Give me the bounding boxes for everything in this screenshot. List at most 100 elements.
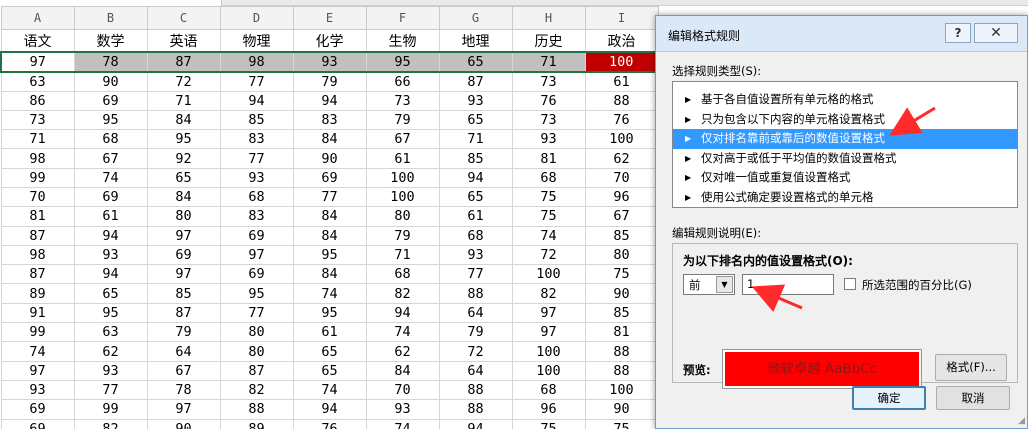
- cell[interactable]: 71: [0, 129, 75, 150]
- cell[interactable]: 68: [219, 186, 294, 208]
- format-button[interactable]: 格式(F)...: [935, 354, 1007, 381]
- cell[interactable]: 97: [219, 244, 294, 266]
- cell[interactable]: 65: [292, 360, 367, 381]
- help-button[interactable]: ?: [945, 23, 971, 43]
- cell[interactable]: 83: [292, 109, 367, 131]
- cell[interactable]: 93: [292, 50, 367, 73]
- cell[interactable]: 74: [73, 167, 148, 188]
- cell[interactable]: 62: [365, 341, 440, 362]
- cell[interactable]: 74: [292, 379, 367, 401]
- cell[interactable]: 94: [292, 399, 367, 420]
- cell[interactable]: 93: [0, 379, 75, 401]
- cell[interactable]: 73: [511, 109, 586, 131]
- cell[interactable]: 94: [365, 302, 440, 324]
- cell[interactable]: 88: [438, 283, 513, 304]
- cell[interactable]: 97: [511, 302, 586, 324]
- cell[interactable]: 81: [584, 322, 659, 343]
- cell[interactable]: 82: [73, 418, 148, 429]
- cell[interactable]: 87: [0, 264, 75, 285]
- cell[interactable]: 93: [73, 244, 148, 266]
- cell[interactable]: 87: [146, 302, 221, 324]
- cancel-button[interactable]: 取消: [936, 386, 1010, 410]
- cell[interactable]: 71: [438, 129, 513, 150]
- ok-button[interactable]: 确定: [852, 386, 926, 410]
- cell[interactable]: 69: [219, 225, 294, 246]
- cell[interactable]: 64: [146, 341, 221, 362]
- cell[interactable]: 85: [584, 302, 659, 324]
- cell[interactable]: 71: [511, 50, 586, 73]
- cell[interactable]: 65: [438, 109, 513, 131]
- cell[interactable]: I: [584, 6, 659, 30]
- cell[interactable]: 82: [511, 283, 586, 304]
- cell[interactable]: 74: [365, 418, 440, 429]
- cell[interactable]: 72: [511, 244, 586, 266]
- cell[interactable]: 75: [511, 418, 586, 429]
- cell[interactable]: 81: [511, 148, 586, 169]
- cell[interactable]: 82: [365, 283, 440, 304]
- cell[interactable]: 90: [584, 283, 659, 304]
- cell[interactable]: 61: [584, 71, 659, 92]
- rule-type-item[interactable]: ▶ 仅对排名靠前或靠后的数值设置格式: [673, 129, 1017, 149]
- cell[interactable]: 75: [511, 206, 586, 227]
- cell[interactable]: 99: [73, 399, 148, 420]
- cell[interactable]: 75: [511, 186, 586, 208]
- cell[interactable]: 93: [365, 399, 440, 420]
- cell[interactable]: 65: [438, 50, 513, 73]
- cell[interactable]: 地理: [438, 29, 513, 52]
- cell[interactable]: 83: [219, 129, 294, 150]
- cell[interactable]: 80: [365, 206, 440, 227]
- cell[interactable]: 71: [365, 244, 440, 266]
- cell[interactable]: 63: [0, 71, 75, 92]
- cell[interactable]: 数学: [73, 29, 148, 52]
- cell[interactable]: 69: [73, 90, 148, 111]
- rank-count-input[interactable]: 1: [742, 274, 834, 295]
- cell[interactable]: 77: [438, 264, 513, 285]
- cell[interactable]: 64: [438, 302, 513, 324]
- cell[interactable]: 69: [219, 264, 294, 285]
- cell[interactable]: 68: [438, 225, 513, 246]
- chevron-down-icon[interactable]: ▼: [716, 276, 733, 293]
- cell[interactable]: 物理: [219, 29, 294, 52]
- cell[interactable]: 语文: [0, 29, 75, 52]
- cell[interactable]: 79: [438, 322, 513, 343]
- cell[interactable]: 95: [146, 129, 221, 150]
- cell[interactable]: 95: [292, 244, 367, 266]
- cell[interactable]: 98: [0, 244, 75, 266]
- cell[interactable]: F: [365, 6, 440, 30]
- cell[interactable]: 76: [584, 109, 659, 131]
- cell[interactable]: 90: [584, 399, 659, 420]
- rule-type-item[interactable]: ▶ 只为包含以下内容的单元格设置格式: [673, 110, 1017, 130]
- cell[interactable]: 生物: [365, 29, 440, 52]
- cell[interactable]: 74: [0, 341, 75, 362]
- cell[interactable]: 90: [73, 71, 148, 92]
- cell[interactable]: 76: [511, 90, 586, 111]
- cell[interactable]: 94: [73, 225, 148, 246]
- cell[interactable]: 84: [146, 186, 221, 208]
- cell[interactable]: 86: [0, 90, 75, 111]
- cell[interactable]: 71: [146, 90, 221, 111]
- cell[interactable]: 92: [146, 148, 221, 169]
- cell[interactable]: 64: [438, 360, 513, 381]
- cell[interactable]: 77: [292, 186, 367, 208]
- cell[interactable]: 93: [73, 360, 148, 381]
- cell[interactable]: 61: [438, 206, 513, 227]
- cell[interactable]: 69: [146, 244, 221, 266]
- cell[interactable]: 67: [146, 360, 221, 381]
- cell[interactable]: 74: [511, 225, 586, 246]
- cell[interactable]: 94: [292, 90, 367, 111]
- cell[interactable]: 78: [146, 379, 221, 401]
- cell[interactable]: 88: [438, 399, 513, 420]
- cell[interactable]: 84: [292, 225, 367, 246]
- cell[interactable]: H: [511, 6, 586, 30]
- cell[interactable]: 95: [365, 50, 440, 73]
- cell[interactable]: 85: [146, 283, 221, 304]
- cell[interactable]: 68: [511, 379, 586, 401]
- cell[interactable]: 100: [511, 264, 586, 285]
- cell[interactable]: 96: [584, 186, 659, 208]
- cell[interactable]: 99: [0, 167, 75, 188]
- cell[interactable]: 97: [146, 264, 221, 285]
- cell[interactable]: 88: [584, 90, 659, 111]
- cell[interactable]: 65: [438, 186, 513, 208]
- cell[interactable]: 89: [219, 418, 294, 429]
- cell[interactable]: 65: [292, 341, 367, 362]
